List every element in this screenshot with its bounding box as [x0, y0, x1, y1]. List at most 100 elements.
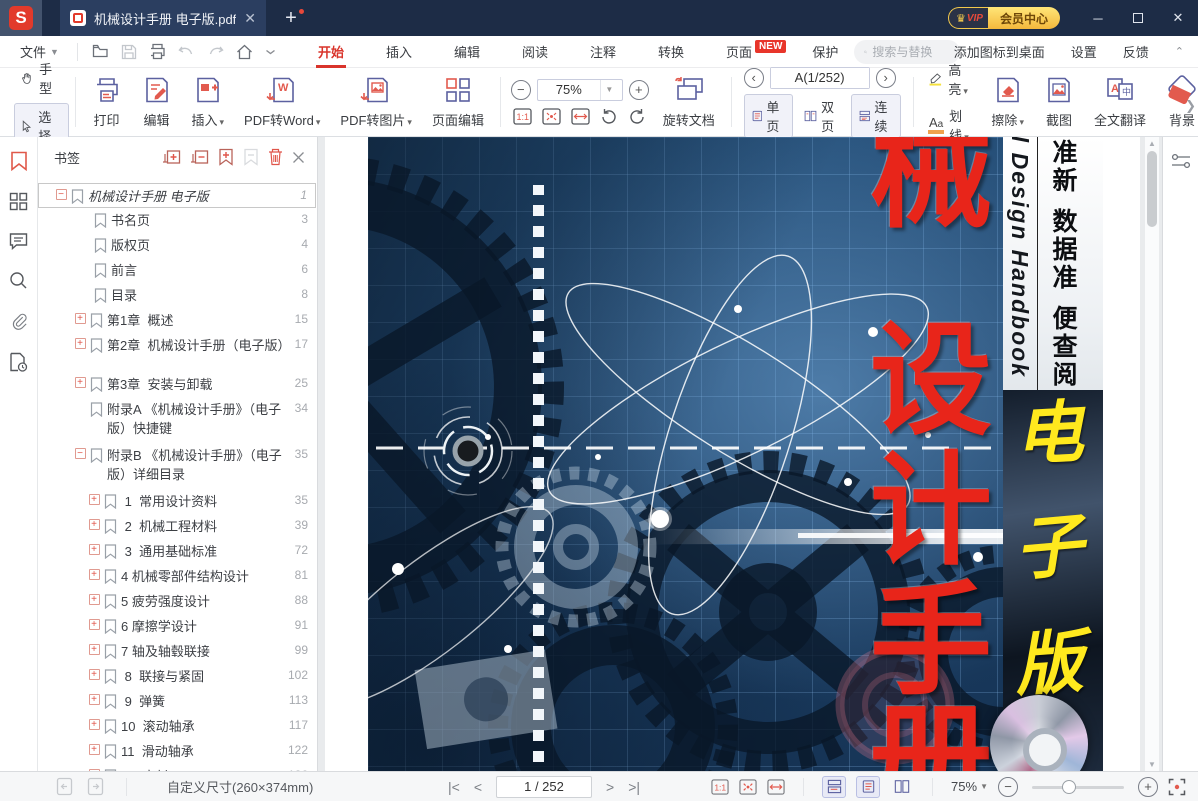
attachments-panel-icon[interactable]: [10, 311, 28, 331]
print-button[interactable]: 打印: [82, 71, 132, 133]
bookmark-item[interactable]: + 8 联接与紧固102: [38, 664, 316, 689]
next-page-icon[interactable]: >: [606, 779, 614, 795]
new-tab-button[interactable]: +: [280, 7, 302, 30]
redo-icon[interactable]: [207, 44, 224, 59]
delete-bookmark-icon[interactable]: [268, 148, 283, 166]
page-edit-button[interactable]: 页面编辑: [422, 71, 494, 133]
open-file-icon[interactable]: [92, 43, 109, 60]
two-page-mode-button[interactable]: 双页: [796, 94, 848, 138]
expand-icon[interactable]: +: [84, 614, 104, 630]
vip-member-button[interactable]: ♛VIP 会员中心: [948, 7, 1060, 29]
zoom-slider[interactable]: [1032, 780, 1124, 794]
expand-icon[interactable]: +: [84, 739, 104, 755]
expand-icon[interactable]: +: [84, 639, 104, 655]
tab-page[interactable]: 页面NEW: [716, 36, 796, 68]
comments-panel-icon[interactable]: [9, 232, 28, 250]
zoom-level-input[interactable]: [538, 82, 600, 97]
expand-icon[interactable]: +: [84, 489, 104, 505]
two-page-mode-icon[interactable]: [890, 776, 914, 798]
document-tab[interactable]: 机械设计手册 电子版.pdf ✕: [60, 0, 266, 36]
next-view-icon[interactable]: [87, 777, 104, 796]
bookmark-item[interactable]: 书名页3: [38, 208, 316, 233]
actual-size-icon[interactable]: 1:1: [711, 778, 729, 796]
collapse-icon[interactable]: −: [70, 443, 90, 459]
bookmark-item[interactable]: −附录B 《机械设计手册》（电子版）详细目录35: [38, 443, 316, 489]
last-page-icon[interactable]: >|: [628, 779, 640, 795]
zoom-level-box[interactable]: ▼: [537, 79, 623, 101]
search-panel-icon[interactable]: [9, 271, 28, 290]
bookmark-item[interactable]: +6 摩擦学设计91: [38, 614, 316, 639]
tab-protect[interactable]: 保护: [802, 36, 848, 68]
save-icon[interactable]: [121, 44, 137, 60]
collapse-icon[interactable]: −: [51, 184, 71, 200]
rotate-right-icon[interactable]: [628, 107, 646, 125]
zoom-out-button[interactable]: −: [511, 80, 531, 100]
bookmark-item[interactable]: +12 密封126: [38, 764, 316, 771]
bookmark-item[interactable]: +7 轴及轴毂联接99: [38, 639, 316, 664]
bookmark-item[interactable]: + 2 机械工程材料39: [38, 514, 316, 539]
rotate-left-icon[interactable]: [600, 107, 618, 125]
tab-edit[interactable]: 编辑: [444, 36, 490, 68]
translate-button[interactable]: A中 全文翻译: [1084, 71, 1156, 133]
rotate-document-button[interactable]: 旋转文档: [653, 71, 725, 133]
actual-size-icon[interactable]: 1:1: [513, 107, 532, 126]
single-page-mode-button[interactable]: 单页: [744, 94, 794, 138]
bookmark-item[interactable]: +4 机械零部件结构设计81: [38, 564, 316, 589]
zoom-in-button[interactable]: +: [629, 80, 649, 100]
fit-page-icon[interactable]: [542, 107, 561, 126]
scroll-up-icon[interactable]: ▲: [1145, 139, 1159, 148]
bookmark-item[interactable]: 目录8: [38, 283, 316, 308]
bookmark-item[interactable]: +第2章 机械设计手册（电子版）17: [38, 333, 316, 358]
expand-icon[interactable]: +: [84, 764, 104, 771]
tab-insert[interactable]: 插入: [376, 36, 422, 68]
page-number-input[interactable]: [771, 68, 869, 88]
first-page-icon[interactable]: |<: [448, 779, 460, 795]
zoom-slider-knob[interactable]: [1062, 780, 1076, 794]
expand-icon[interactable]: +: [84, 514, 104, 530]
bookmark-item[interactable]: +5 疲劳强度设计88: [38, 589, 316, 614]
tab-close-icon[interactable]: ✕: [244, 10, 256, 27]
print-quick-icon[interactable]: [149, 43, 166, 60]
add-bookmark-icon[interactable]: [218, 148, 234, 166]
bookmark-item[interactable]: 版权页4: [38, 233, 316, 258]
feedback-link[interactable]: 反馈: [1123, 42, 1149, 61]
single-page-mode-icon[interactable]: [856, 776, 880, 798]
expand-icon[interactable]: +: [84, 714, 104, 730]
page-display-input[interactable]: [496, 776, 592, 798]
home-icon[interactable]: [236, 44, 253, 60]
previous-view-icon[interactable]: [56, 777, 73, 796]
prev-page-button[interactable]: ‹: [744, 68, 764, 88]
prev-page-icon[interactable]: <: [474, 779, 482, 795]
collapse-all-icon[interactable]: [190, 149, 209, 166]
continuous-mode-button[interactable]: 连续: [851, 94, 901, 138]
close-panel-icon[interactable]: [292, 151, 305, 164]
document-viewport[interactable]: 械 设 计 手 册 al Design Handbook 标准新 数据准 便查阅: [318, 137, 1162, 771]
bookmark-item[interactable]: +11 滑动轴承122: [38, 739, 316, 764]
bookmark-item[interactable]: + 9 弹簧113: [38, 689, 316, 714]
maximize-button[interactable]: [1118, 0, 1158, 36]
collapse-ribbon-icon[interactable]: ⌃: [1175, 45, 1184, 58]
toolbar-expand-icon[interactable]: ❯: [1185, 98, 1196, 114]
vertical-scrollbar[interactable]: ▲ ▼: [1145, 137, 1159, 771]
tab-convert[interactable]: 转换: [648, 36, 694, 68]
bookmark-item[interactable]: +第1章 概述15: [38, 308, 316, 333]
pdf-to-image-button[interactable]: PDF转图片: [330, 71, 422, 133]
fit-width-icon[interactable]: [767, 778, 785, 796]
bookmark-item[interactable]: 前言6: [38, 258, 316, 283]
undo-icon[interactable]: [178, 44, 195, 59]
bookmark-item[interactable]: +10 滚动轴承117: [38, 714, 316, 739]
pdf-to-word-button[interactable]: W PDF转Word: [234, 71, 330, 133]
expand-icon[interactable]: +: [84, 664, 104, 680]
properties-toggle-icon[interactable]: [1171, 153, 1191, 169]
expand-icon[interactable]: +: [84, 564, 104, 580]
highlight-button[interactable]: 高亮: [924, 58, 977, 100]
bookmark-item[interactable]: 附录A 《机械设计手册》（电子版）快捷键34: [38, 397, 316, 443]
close-button[interactable]: ✕: [1158, 0, 1198, 36]
bookmark-item[interactable]: + 3 通用基础标准72: [38, 539, 316, 564]
zoom-level-dropdown[interactable]: 75%▼: [951, 779, 988, 794]
settings-link[interactable]: 设置: [1071, 42, 1097, 61]
next-page-button[interactable]: ›: [876, 68, 896, 88]
erase-button[interactable]: 擦除: [981, 71, 1034, 133]
history-panel-icon[interactable]: [9, 352, 28, 372]
fullscreen-icon[interactable]: [1168, 778, 1186, 796]
